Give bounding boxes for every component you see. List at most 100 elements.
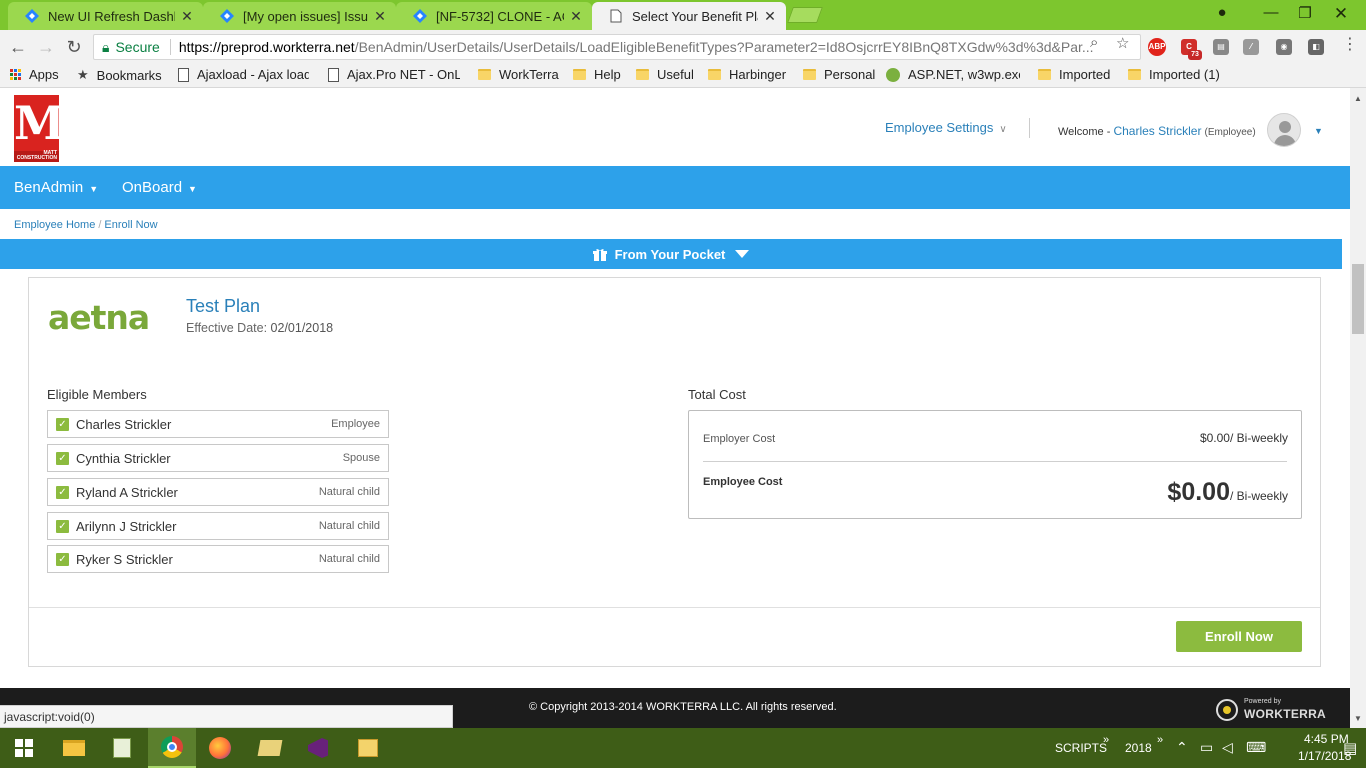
back-arrow-icon[interactable]: ← [7, 37, 29, 57]
outlook-icon[interactable] [344, 728, 392, 768]
bookmark-folder-help[interactable]: Help [573, 67, 621, 82]
page-scrollbar[interactable]: ▲ ▼ [1350, 88, 1366, 728]
firefox-icon[interactable] [196, 728, 244, 768]
new-tab-button[interactable] [787, 7, 823, 23]
secure-label: Secure [115, 39, 160, 55]
volume-muted-icon[interactable]: ◁ [1222, 739, 1233, 756]
breadcrumb: Employee Home / Enroll Now [14, 219, 158, 231]
camera-icon[interactable]: ◉ [1276, 39, 1292, 55]
taskbar-toolbar-scripts[interactable]: SCRIPTS [1055, 741, 1107, 755]
user-name-link[interactable]: Charles Strickler [1113, 124, 1201, 138]
extension-icon[interactable]: ▤ [1213, 39, 1229, 55]
bookmark-bookmarks[interactable]: ★ Bookmarks [77, 67, 162, 83]
forward-arrow-icon[interactable]: → [35, 37, 57, 57]
folder-icon [708, 69, 721, 80]
member-row[interactable]: ✓ Ryland A Strickler Natural child [47, 478, 389, 506]
bookmark-ajaxpro[interactable]: Ajax.Pro NET - OnL [328, 67, 460, 82]
employee-settings-dropdown[interactable]: Employee Settings ∨ [885, 120, 1007, 135]
tab-title: [My open issues] Issue [243, 8, 368, 24]
pdf-extension-icon[interactable]: ⁄ [1243, 39, 1259, 55]
enroll-now-button[interactable]: Enroll Now [1176, 621, 1302, 652]
card-divider [29, 607, 1320, 608]
tab-title: New UI Refresh Dashbo [48, 8, 175, 24]
checkbox-checked-icon[interactable]: ✓ [56, 485, 69, 499]
clock-time[interactable]: 4:45 PM [1304, 732, 1349, 746]
bookmark-folder-personal[interactable]: Personal [803, 67, 875, 82]
notepad-icon[interactable] [98, 728, 146, 768]
bookmark-folder-workterra[interactable]: WorkTerra [478, 67, 559, 82]
caret-up-icon[interactable]: ⌃ [1176, 739, 1188, 756]
bookmark-aspnet[interactable]: ASP.NET, w3wp.exe [886, 67, 1020, 82]
member-row[interactable]: ✓ Arilynn J Strickler Natural child [47, 512, 389, 540]
taskbar-toolbar-year[interactable]: 2018 [1125, 741, 1152, 755]
close-icon[interactable]: ✕ [568, 8, 584, 25]
browser-tab-benefit-plan[interactable]: Select Your Benefit Plan ✕ [592, 2, 786, 30]
windows-logo-icon [15, 739, 33, 757]
chevron-down-icon: ∨ [999, 124, 1007, 135]
adblock-icon[interactable]: ABP [1148, 38, 1166, 56]
avatar[interactable] [1267, 113, 1301, 147]
from-your-pocket-toggle[interactable]: From Your Pocket [0, 239, 1342, 269]
keyboard-icon[interactable]: ⌨ [1246, 739, 1266, 756]
scroll-up-icon[interactable]: ▲ [1350, 94, 1366, 103]
folder-icon [1128, 69, 1141, 80]
member-row[interactable]: ✓ Cynthia Strickler Spouse [47, 444, 389, 472]
extension-icon[interactable]: ◧ [1308, 39, 1324, 55]
close-icon[interactable]: ✕ [762, 8, 778, 25]
chevron-right-icon[interactable]: » [1157, 734, 1163, 746]
checkbox-checked-icon[interactable]: ✓ [56, 519, 69, 533]
reload-icon[interactable]: ↻ [63, 37, 85, 57]
nav-item-onboard[interactable]: OnBoard ▼ [122, 179, 197, 196]
bookmark-ajaxload[interactable]: Ajaxload - Ajax load [178, 67, 309, 82]
zoom-icon[interactable]: ⌕ [1090, 34, 1098, 51]
bookmark-apps[interactable]: Apps [10, 67, 59, 82]
header-divider [1029, 118, 1030, 138]
bookmark-folder-imported[interactable]: Imported [1038, 67, 1110, 82]
caret-down-icon[interactable]: ▼ [1314, 126, 1323, 136]
checkbox-checked-icon[interactable]: ✓ [56, 451, 69, 465]
checkbox-checked-icon[interactable]: ✓ [56, 552, 69, 566]
close-icon[interactable]: ✕ [179, 8, 195, 25]
member-row[interactable]: ✓ Charles Strickler Employee [47, 410, 389, 438]
checkbox-checked-icon[interactable]: ✓ [56, 417, 69, 431]
browser-toolbar: ← → ↻ 🔒︎ Secure https://preprod.workterr… [0, 30, 1366, 64]
user-role: (Employee) [1204, 127, 1256, 138]
visual-studio-icon[interactable] [294, 728, 342, 768]
folder-app-icon[interactable] [246, 728, 294, 768]
scroll-down-icon[interactable]: ▼ [1350, 714, 1366, 723]
network-icon[interactable]: ▭ [1200, 739, 1213, 756]
scroll-thumb[interactable] [1352, 264, 1364, 334]
member-row[interactable]: ✓ Ryker S Strickler Natural child [47, 545, 389, 573]
apps-grid-icon [10, 69, 21, 80]
workterra-logo-icon [1216, 698, 1238, 721]
address-bar[interactable]: 🔒︎ Secure https://preprod.workterra.net /… [93, 34, 1141, 60]
close-icon[interactable]: ✕ [372, 8, 388, 25]
chevron-right-icon[interactable]: » [1103, 734, 1109, 746]
folder-icon [803, 69, 816, 80]
breadcrumb-home-link[interactable]: Employee Home [14, 219, 95, 231]
file-explorer-icon[interactable] [50, 728, 98, 768]
bookmark-folder-useful[interactable]: Useful [636, 67, 694, 82]
breadcrumb-current[interactable]: Enroll Now [104, 219, 157, 231]
employee-cost-value: $0.00/ Bi-weekly [1167, 478, 1288, 506]
maximize-icon[interactable]: ❐ [1290, 4, 1320, 22]
chrome-icon[interactable] [148, 728, 196, 768]
member-relation: Spouse [342, 452, 380, 464]
start-button[interactable] [0, 728, 48, 768]
browser-tab-issues[interactable]: [My open issues] Issue ✕ [203, 2, 396, 30]
bookmark-star-icon[interactable]: ☆ [1116, 34, 1129, 52]
folder-icon [478, 69, 491, 80]
profile-icon[interactable]: ● [1207, 4, 1237, 21]
window-close-icon[interactable]: ✕ [1326, 4, 1356, 24]
notifications-icon[interactable]: ▤ [1343, 739, 1357, 757]
bookmark-folder-imported-1[interactable]: Imported (1) [1128, 67, 1220, 82]
minimize-icon[interactable]: — [1256, 4, 1286, 21]
menu-dots-icon[interactable]: ⋮ [1342, 34, 1358, 54]
bookmark-folder-harbinger[interactable]: Harbinger [708, 67, 786, 82]
nav-item-benadmin[interactable]: BenAdmin ▼ [14, 179, 98, 196]
member-name: Ryland A Strickler [76, 484, 178, 500]
browser-tab-clone[interactable]: [NF-5732] CLONE - AC ✕ [396, 2, 592, 30]
browser-tab-dashboard[interactable]: New UI Refresh Dashbo ✕ [8, 2, 203, 30]
page-icon [608, 8, 624, 24]
company-logo[interactable]: M MATT CONSTRUCTION [14, 95, 65, 162]
